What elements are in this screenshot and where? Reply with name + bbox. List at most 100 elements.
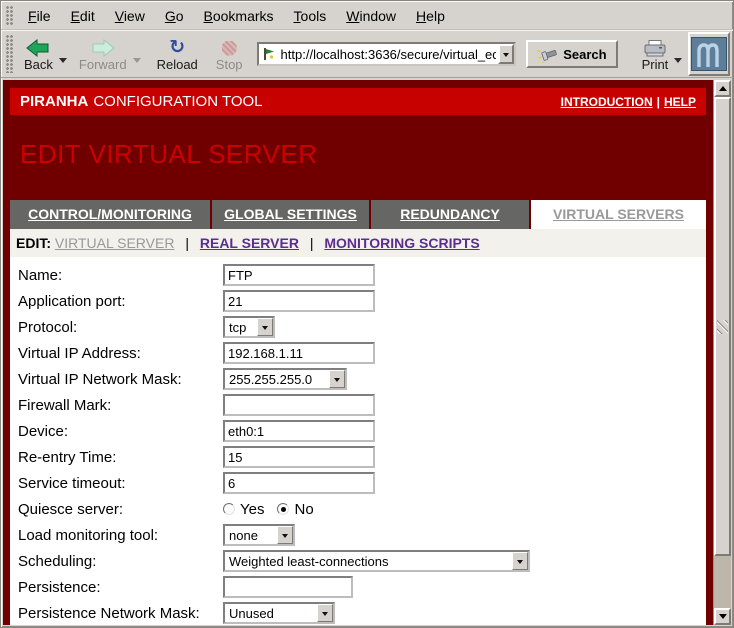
back-history-dropdown-icon[interactable]: [59, 58, 67, 67]
application-port-input[interactable]: [223, 290, 375, 312]
form-row-application-port: Application port:: [18, 288, 706, 314]
link-separator: |: [657, 95, 660, 109]
edit-subnav: EDIT: VIRTUAL SERVER | REAL SERVER | MON…: [10, 229, 706, 257]
device-input[interactable]: [223, 420, 375, 442]
print-button[interactable]: Print: [636, 36, 675, 73]
chevron-down-icon: [512, 552, 528, 570]
menu-item-edit[interactable]: Edit: [61, 5, 105, 27]
service-timeout-input[interactable]: [223, 472, 375, 494]
bookmark-icon[interactable]: [262, 47, 276, 61]
reentry-time-label: Re-entry Time:: [18, 449, 223, 466]
firewall-mark-input[interactable]: [223, 394, 375, 416]
subnav-prefix: EDIT:: [16, 235, 51, 251]
forward-history-dropdown-icon[interactable]: [133, 58, 141, 67]
virtual-server-form: Name: Application port: Protocol: tcp Vi…: [10, 257, 706, 625]
virtual-ip-mask-select-value: 255.255.255.0: [225, 372, 329, 387]
mozilla-logo-icon: [691, 37, 727, 71]
toolbar-grip-handle[interactable]: [6, 35, 14, 73]
form-row-protocol: Protocol: tcp: [18, 314, 706, 340]
back-label: Back: [24, 57, 53, 72]
brand-name: PIRANHA: [20, 93, 88, 110]
persistence-input[interactable]: [223, 576, 353, 598]
app-title: PIRANHACONFIGURATION TOOL: [20, 93, 263, 110]
menu-item-bookmarks[interactable]: Bookmarks: [194, 5, 284, 27]
forward-label: Forward: [79, 57, 127, 72]
back-icon: [26, 38, 50, 57]
chevron-down-icon: [257, 318, 273, 336]
subnav-virtual-server-current: VIRTUAL SERVER: [55, 235, 175, 251]
menu-item-go[interactable]: Go: [155, 5, 194, 27]
form-row-name: Name:: [18, 262, 706, 288]
reload-label: Reload: [157, 57, 198, 72]
mozilla-logo-button[interactable]: [688, 32, 730, 76]
tab-redundancy[interactable]: REDUNDANCY: [371, 200, 529, 229]
tab-control-monitoring[interactable]: CONTROL/MONITORING: [10, 200, 210, 229]
reentry-time-input[interactable]: [223, 446, 375, 468]
search-button[interactable]: Search: [526, 40, 617, 68]
persistence-network-mask-label: Persistence Network Mask:: [18, 605, 223, 622]
toolbar-grip-handle[interactable]: [6, 6, 14, 26]
firewall-mark-label: Firewall Mark:: [18, 397, 223, 414]
menu-item-view[interactable]: View: [105, 5, 155, 27]
menu-item-file[interactable]: File: [18, 5, 61, 27]
form-row-persistence: Persistence:: [18, 574, 706, 600]
tab-global-settings[interactable]: GLOBAL SETTINGS: [212, 200, 369, 229]
quiesce-server-label: Quiesce server:: [18, 501, 223, 518]
print-icon: [643, 38, 667, 57]
load-monitoring-tool-label: Load monitoring tool:: [18, 527, 223, 544]
protocol-label: Protocol:: [18, 319, 223, 336]
persistence-label: Persistence:: [18, 579, 223, 596]
menu-item-window[interactable]: Window: [336, 5, 406, 27]
name-label: Name:: [18, 267, 223, 284]
back-button[interactable]: Back: [18, 36, 59, 73]
url-input[interactable]: [279, 47, 499, 62]
quiesce-no-radio[interactable]: [277, 503, 289, 515]
form-row-service-timeout: Service timeout:: [18, 470, 706, 496]
navigation-toolbar: Back Forward ↻ Reload Stop: [1, 30, 733, 78]
arrow-down-icon: [719, 614, 727, 623]
form-row-reentry-time: Re-entry Time:: [18, 444, 706, 470]
protocol-select[interactable]: tcp: [223, 316, 275, 338]
print-dropdown-icon[interactable]: [674, 58, 682, 67]
stop-icon: [222, 38, 237, 57]
persistence-network-mask-select[interactable]: Unused: [223, 602, 335, 624]
scrollbar-down-button[interactable]: [714, 608, 731, 625]
url-dropdown-icon[interactable]: [498, 44, 514, 64]
page-content: PIRANHACONFIGURATION TOOL INTRODUCTION | H…: [3, 80, 713, 625]
quiesce-yes-radio[interactable]: [223, 503, 235, 515]
form-row-virtual-ip-mask: Virtual IP Network Mask: 255.255.255.0: [18, 366, 706, 392]
chevron-down-icon: [329, 370, 345, 388]
help-link[interactable]: HELP: [664, 95, 696, 109]
application-port-label: Application port:: [18, 293, 223, 310]
url-bar: [257, 42, 517, 66]
reload-button[interactable]: ↻ Reload: [151, 36, 204, 73]
form-row-quiesce-server: Quiesce server: Yes No: [18, 496, 706, 522]
load-monitoring-tool-select-value: none: [225, 528, 277, 543]
tab-virtual-servers[interactable]: VIRTUAL SERVERS: [531, 200, 706, 229]
subnav-real-server-link[interactable]: REAL SERVER: [200, 235, 299, 251]
scrollbar-up-button[interactable]: [714, 80, 731, 97]
menu-item-tools[interactable]: Tools: [284, 5, 337, 27]
stop-button[interactable]: Stop: [210, 36, 249, 73]
print-label: Print: [642, 57, 669, 72]
scheduling-select[interactable]: Weighted least-connections: [223, 550, 530, 572]
form-row-load-monitoring-tool: Load monitoring tool: none: [18, 522, 706, 548]
menu-item-help[interactable]: Help: [406, 5, 455, 27]
forward-button[interactable]: Forward: [73, 36, 133, 73]
subnav-monitoring-scripts-link[interactable]: MONITORING SCRIPTS: [324, 235, 479, 251]
introduction-link[interactable]: INTRODUCTION: [561, 95, 653, 109]
menu-bar: File Edit View Go Bookmarks Tools Window…: [1, 3, 733, 30]
forward-icon: [91, 38, 115, 57]
scrollbar-track[interactable]: [714, 556, 731, 608]
form-row-scheduling: Scheduling: Weighted least-connections: [18, 548, 706, 574]
form-row-persistence-network-mask: Persistence Network Mask: Unused: [18, 600, 706, 625]
load-monitoring-tool-select[interactable]: none: [223, 524, 295, 546]
scrollbar-thumb[interactable]: [714, 97, 731, 556]
virtual-ip-mask-select[interactable]: 255.255.255.0: [223, 368, 347, 390]
search-label: Search: [563, 47, 606, 62]
name-input[interactable]: [223, 264, 375, 286]
page-title: EDIT VIRTUAL SERVER: [20, 139, 706, 169]
virtual-ip-input[interactable]: [223, 342, 375, 364]
device-label: Device:: [18, 423, 223, 440]
form-row-firewall-mark: Firewall Mark:: [18, 392, 706, 418]
